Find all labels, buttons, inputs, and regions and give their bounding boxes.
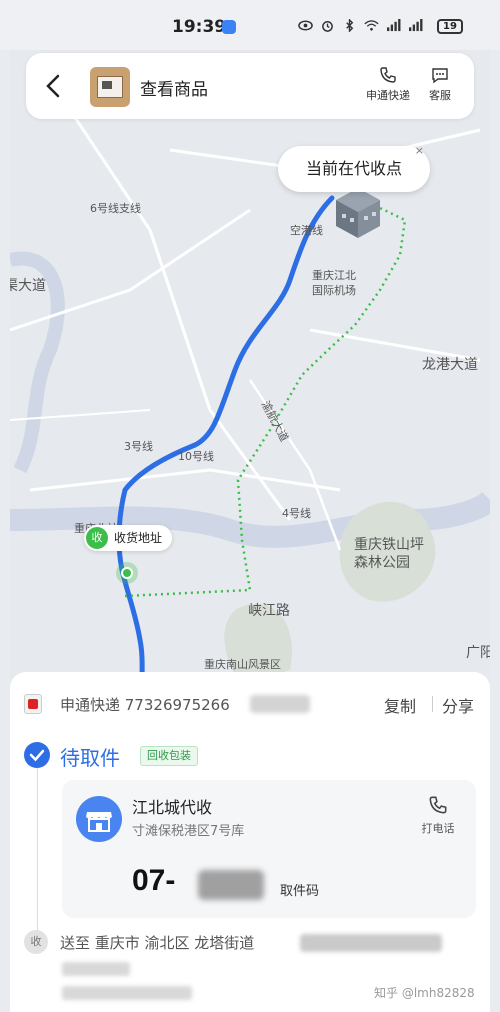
call-station-button[interactable]: 打电话 [414,794,462,836]
map-view[interactable]: 6号线支线 空港线 重庆江北 国际机场 渠大道 龙港大道 渝航大道 3号线 10… [10,50,490,685]
call-label: 打电话 [421,822,455,835]
address-pin-icon[interactable] [121,567,133,579]
signal-icon [387,19,401,32]
current-location-bubble[interactable]: 当前在代收点 × [278,144,430,192]
map-label-line4: 4号线 [282,507,311,520]
status-title: 待取件 [60,746,120,770]
map-label-line10: 10号线 [178,450,214,463]
notification-app-icon [222,20,236,34]
bubble-close-icon[interactable]: × [415,144,424,158]
map-label-longgang: 龙港大道 [422,357,478,373]
alarm-icon [322,21,333,32]
map-label-guangyang: 广阳 [466,645,490,661]
wifi-icon [364,20,379,31]
pickup-code: 07- [132,864,176,897]
tracking-number: 申通快递 77326975266 [60,696,230,714]
pickup-point-building [336,188,380,238]
address-tag-label: 收货地址 [114,531,163,545]
address-redaction [300,934,442,952]
recycle-packaging-tag[interactable]: 回收包装 [140,746,198,766]
pickup-code-label: 取件码 [280,884,320,899]
pickup-station-card[interactable]: 江北城代收 寸滩保税港区7号库 打电话 07- 取件码 [62,780,476,918]
divider [432,696,433,712]
status-icons [298,19,423,32]
tracking-row: 申通快递 77326975266 复制 分享 [24,692,476,716]
timeline-line [37,768,38,934]
store-address: 寸滩保税港区7号库 [132,824,245,839]
chat-icon [432,68,448,84]
product-thumbnail[interactable] [90,67,130,107]
courier-label: 申通快递 [366,89,410,102]
watermark: 知乎 @lmh82828 [374,986,475,1000]
map-label-line3: 3号线 [124,440,153,453]
pickup-code-redaction [198,870,264,900]
check-icon [24,742,50,768]
tracking-redaction [250,695,310,713]
back-arrow-icon [46,74,60,98]
map-label-airport: 重庆江北 国际机场 [312,269,356,297]
battery-indicator: 19 [437,19,463,34]
bluetooth-icon [346,19,354,32]
back-button[interactable] [40,70,70,102]
redacted-line [62,986,192,1000]
map-label-line6-branch: 6号线支线 [90,202,141,215]
address-badge: 收 [86,527,108,549]
eye-icon [298,20,313,31]
call-courier-button[interactable]: 申通快递 [360,65,416,103]
delivery-address-tag[interactable]: 收 收货地址 [84,525,173,551]
receive-badge: 收 [24,930,48,954]
copy-button[interactable]: 复制 [384,693,416,717]
receive-address: 送至 重庆市 渝北区 龙塔街道 [60,934,255,952]
view-product-title[interactable]: 查看商品 [140,75,208,100]
phone-icon [429,796,447,814]
customer-service-button[interactable]: 客服 [422,65,458,103]
phone-icon [380,67,396,83]
share-button[interactable]: 分享 [442,693,474,717]
map-label-nanshan: 重庆南山风景区 [204,658,281,671]
map-label-tieshanping: 重庆铁山坪 森林公园 [354,537,424,571]
redacted-line [62,962,130,976]
status-bar: 19:39 19 [0,0,500,50]
store-name: 江北城代收 [132,798,213,817]
status-time: 19:39 [172,17,227,37]
service-label: 客服 [429,89,451,102]
map-label-road-left: 渠大道 [10,278,46,294]
map-label-kongang: 空港线 [290,224,323,237]
header-card: 查看商品 申通快递 客服 [26,53,474,119]
signal-icon-2 [409,19,423,32]
courier-logo-icon [24,694,42,714]
map-label-xiajiang: 峡江路 [248,603,290,619]
bubble-text: 当前在代收点 [305,159,402,178]
package-detail-sheet: 申通快递 77326975266 复制 分享 待取件 回收包装 江北城代收 寸滩… [10,672,490,1012]
store-icon [76,796,122,842]
